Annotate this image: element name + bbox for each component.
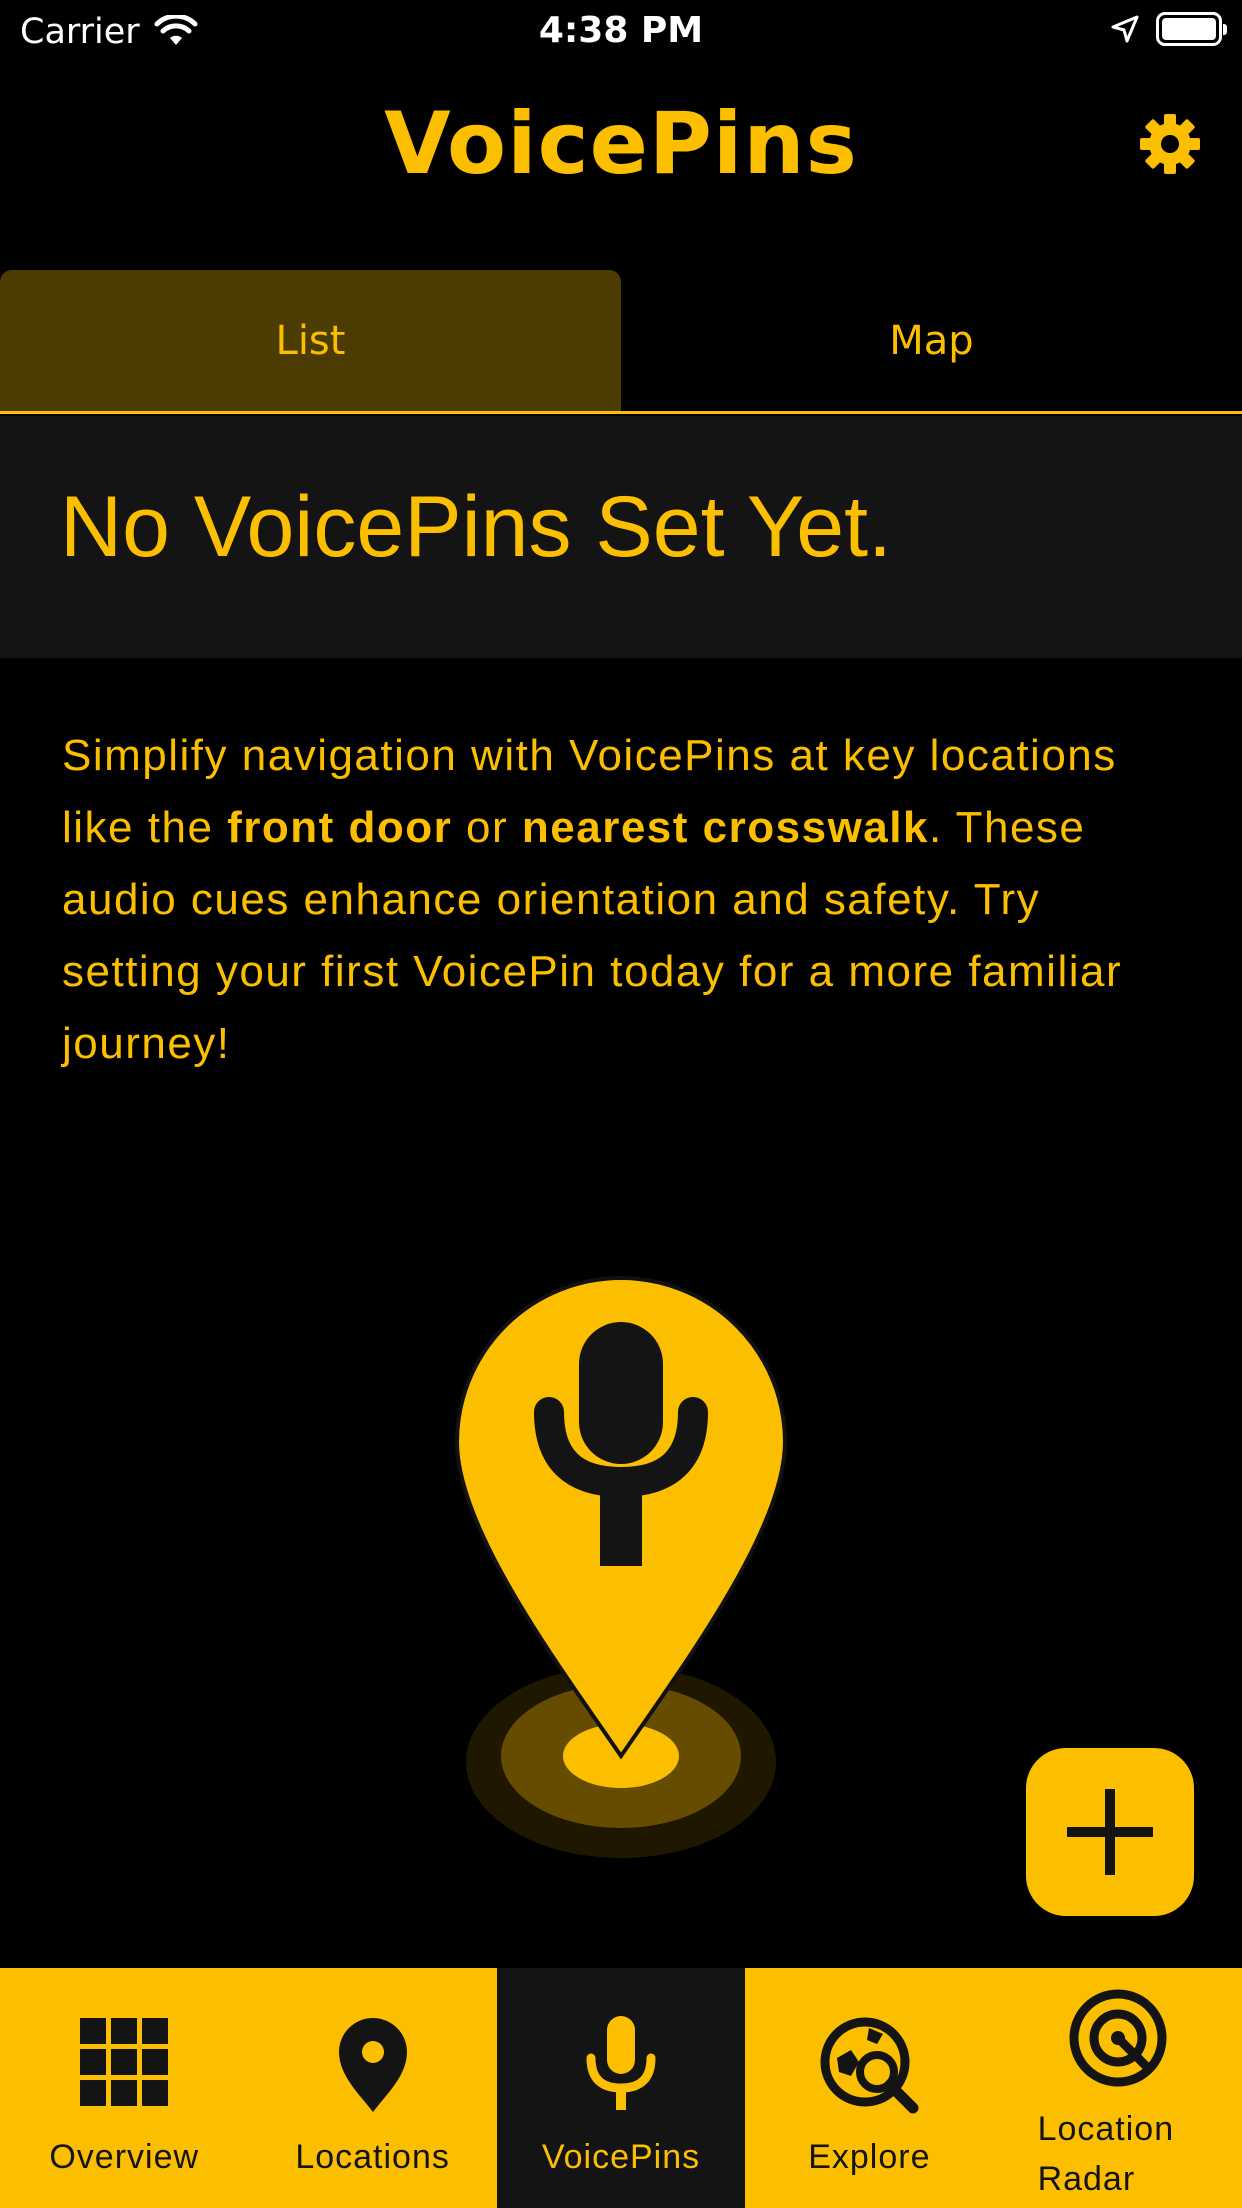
tab-explore[interactable]: Explore — [745, 1968, 993, 2208]
battery-icon — [1156, 12, 1227, 46]
grid-icon — [0, 2014, 248, 2114]
explore-icon — [745, 2014, 993, 2114]
description-text: or — [452, 803, 522, 852]
segment-map[interactable]: Map — [621, 270, 1242, 411]
location-arrow-icon — [1111, 15, 1139, 43]
add-voicepin-button[interactable] — [1026, 1748, 1194, 1916]
empty-state-banner: No VoicePins Set Yet. — [0, 416, 1242, 658]
voicepins-screen: Carrier 4:38 PM VoicePins List Map No Vo… — [0, 0, 1242, 2208]
description-emphasis: nearest crosswalk — [521, 803, 929, 852]
voicepin-illustration — [454, 1275, 788, 1858]
status-time: 4:38 PM — [538, 10, 704, 51]
tab-locations[interactable]: Locations — [248, 1968, 496, 2208]
tab-label: Location Radar — [1037, 2110, 1175, 2198]
description-emphasis: front door — [227, 803, 453, 852]
microphone-icon — [497, 2014, 745, 2114]
tab-bar: Overview Locations VoicePins Explore Loc… — [0, 1968, 1242, 2208]
app-title: VoicePins — [384, 94, 858, 194]
status-bar: Carrier 4:38 PM — [0, 0, 1242, 62]
tab-overview[interactable]: Overview — [0, 1968, 248, 2208]
settings-button[interactable] — [1138, 112, 1202, 176]
location-pin-icon — [248, 2014, 496, 2114]
tab-label: Explore — [808, 2138, 931, 2176]
tab-label: VoicePins — [541, 2138, 701, 2176]
tab-location-radar[interactable]: Location Radar — [994, 1968, 1242, 2208]
tab-label: Overview — [49, 2138, 200, 2176]
radar-icon — [994, 1986, 1242, 2087]
status-right — [1110, 12, 1227, 46]
plus-icon — [1067, 1789, 1153, 1875]
segment-list[interactable]: List — [0, 270, 621, 411]
view-segmented-control: List Map — [0, 270, 1242, 414]
tab-voicepins[interactable]: VoicePins — [496, 1968, 746, 2208]
gear-icon — [1140, 114, 1200, 174]
tab-label: Locations — [295, 2138, 450, 2176]
empty-state-title: No VoicePins Set Yet. — [60, 479, 892, 575]
empty-state-description: Simplify navigation with VoicePins at ke… — [62, 720, 1182, 1080]
